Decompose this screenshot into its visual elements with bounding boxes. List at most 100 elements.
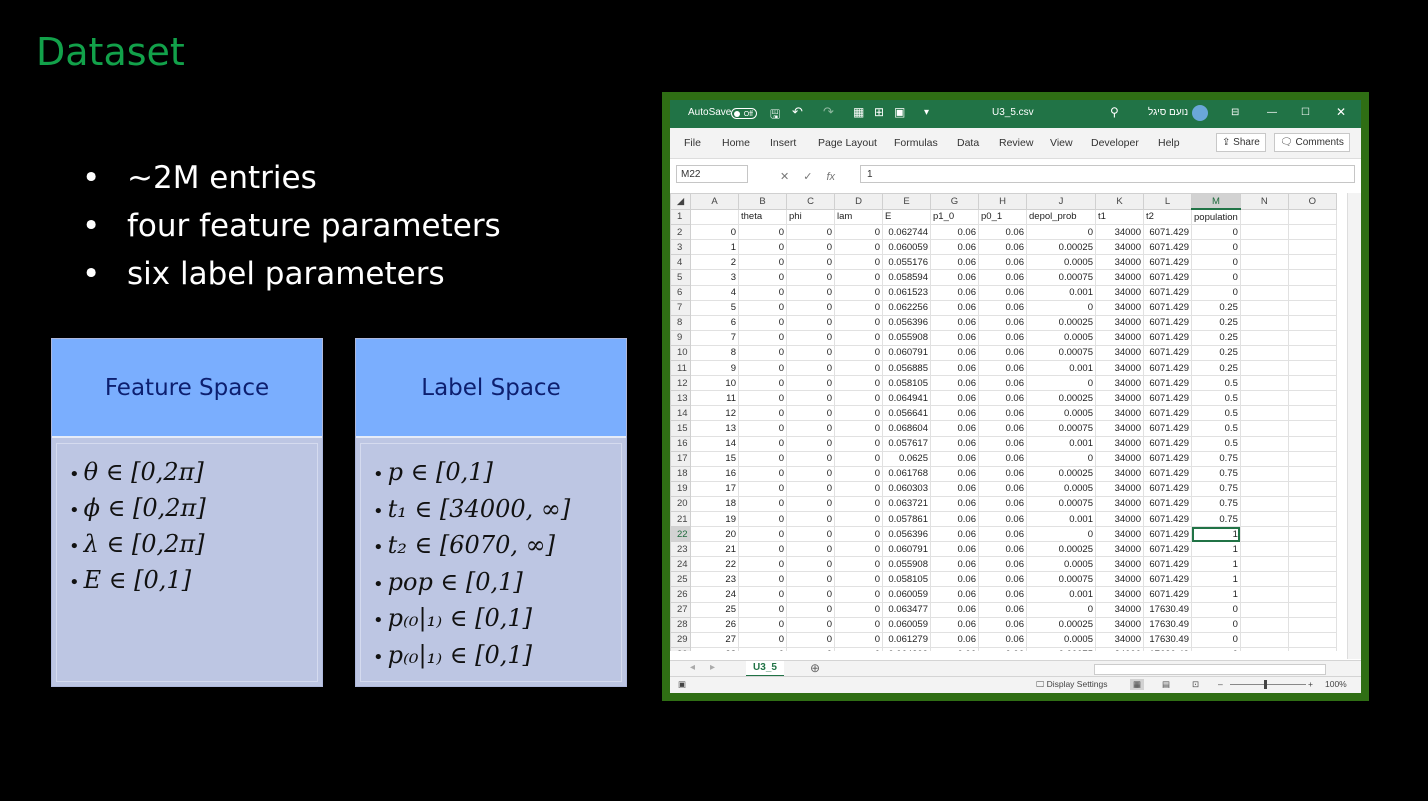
cell[interactable]: 0.00025	[1026, 541, 1096, 558]
cell[interactable]: 17630.49	[1143, 631, 1192, 648]
row-header[interactable]: 5	[670, 269, 691, 286]
cell[interactable]: 0	[786, 586, 835, 603]
zoom-level[interactable]: 100%	[1325, 679, 1347, 689]
maximize-icon[interactable]: ☐	[1301, 107, 1310, 118]
row-header[interactable]: 19	[670, 480, 691, 497]
row-header[interactable]: 15	[670, 420, 691, 437]
cell[interactable]: 0	[738, 254, 787, 271]
enter-icon[interactable]: ✓	[803, 171, 812, 183]
cell[interactable]: 0	[786, 541, 835, 558]
cell[interactable]: 0	[834, 646, 883, 651]
cell[interactable]: 0.06	[930, 556, 979, 573]
cell[interactable]: 0.06	[930, 495, 979, 512]
cell[interactable]: 0.5	[1191, 435, 1241, 452]
cell[interactable]: 34000	[1095, 360, 1144, 377]
avatar[interactable]	[1192, 105, 1208, 121]
cell[interactable]: 0.056885	[882, 360, 931, 377]
cell[interactable]	[1287, 299, 1337, 316]
cell[interactable]: 34000	[1095, 390, 1144, 407]
cell[interactable]: 0	[786, 646, 835, 651]
column-header[interactable]: N	[1239, 193, 1289, 210]
cell[interactable]: p0_1	[978, 208, 1027, 226]
column-header[interactable]: A	[690, 193, 739, 210]
cell[interactable]	[1287, 465, 1337, 482]
cell[interactable]: 0.75	[1191, 480, 1241, 497]
row-header[interactable]: 9	[670, 329, 691, 346]
cell[interactable]: 0	[1191, 239, 1241, 256]
cell[interactable]: 0.25	[1191, 360, 1241, 377]
cell[interactable]: 6071.429	[1143, 435, 1192, 452]
cell[interactable]: 0.06	[930, 344, 979, 362]
column-header[interactable]: O	[1287, 193, 1337, 210]
cell[interactable]: 0	[1191, 601, 1241, 618]
cell[interactable]: 19	[690, 510, 739, 528]
cell[interactable]: t1	[1095, 208, 1144, 226]
row-header[interactable]: 14	[670, 405, 691, 422]
zoom-slider-handle[interactable]	[1264, 680, 1267, 689]
cell[interactable]	[1287, 329, 1337, 346]
row-header[interactable]: 8	[670, 314, 691, 331]
cell[interactable]: 0.75	[1191, 495, 1241, 512]
cell[interactable]	[1239, 541, 1289, 558]
cell[interactable]: 10	[690, 375, 739, 392]
cell[interactable]: 34000	[1095, 269, 1144, 286]
cell[interactable]: 0	[834, 314, 883, 331]
cell[interactable]: 6071.429	[1143, 510, 1192, 528]
zoom-slider[interactable]	[1230, 684, 1306, 685]
cell[interactable]	[1239, 420, 1289, 437]
cell[interactable]: 0.060791	[882, 344, 931, 362]
cell[interactable]: 0.06	[978, 224, 1027, 241]
cell[interactable]: 25	[690, 601, 739, 618]
cell[interactable]: 6071.429	[1143, 329, 1192, 346]
formula-input[interactable]: 1	[860, 165, 1355, 183]
cell[interactable]: 0	[834, 254, 883, 271]
cell[interactable]: 6071.429	[1143, 571, 1192, 588]
cell[interactable]: 0	[1191, 284, 1241, 301]
cell[interactable]: 0	[834, 360, 883, 377]
cell[interactable]: 0.06	[930, 314, 979, 331]
cell[interactable]: 0.001	[1026, 360, 1096, 377]
select-all-corner[interactable]: ◢	[670, 193, 691, 210]
cell[interactable]: 0	[1026, 601, 1096, 618]
cell[interactable]: 0.06	[930, 284, 979, 301]
cell[interactable]: 0	[786, 556, 835, 573]
row-header[interactable]: 23	[670, 541, 691, 558]
cell[interactable]: 0	[786, 299, 835, 316]
cell[interactable]: 0	[1191, 631, 1241, 648]
cell[interactable]: theta	[738, 208, 787, 226]
cell[interactable]: 6071.429	[1143, 390, 1192, 407]
cell[interactable]: 0.06	[978, 616, 1027, 633]
cell[interactable]	[1287, 254, 1337, 271]
cell[interactable]	[1287, 526, 1337, 543]
cell[interactable]: 34000	[1095, 616, 1144, 633]
cell[interactable]: 0	[738, 344, 787, 362]
close-icon[interactable]: ✕	[1336, 105, 1346, 119]
cell[interactable]: 0	[834, 510, 883, 528]
cell[interactable]: 0	[786, 571, 835, 588]
column-header[interactable]: B	[738, 193, 787, 210]
cell[interactable]: 1	[1191, 586, 1241, 603]
cell[interactable]: 6	[690, 314, 739, 331]
vertical-scrollbar[interactable]	[1347, 193, 1361, 659]
cell[interactable]: 0	[786, 495, 835, 512]
cell[interactable]: 0	[834, 344, 883, 362]
cell[interactable]: 0	[738, 360, 787, 377]
cell[interactable]: 0.06	[930, 420, 979, 437]
cell[interactable]: 8	[690, 344, 739, 362]
cell[interactable]: 0.058594	[882, 269, 931, 286]
cell[interactable]: 1	[1191, 541, 1241, 558]
cell[interactable]: 0.068604	[882, 420, 931, 437]
cell[interactable]: 0.06	[978, 556, 1027, 573]
cell[interactable]: 0.00075	[1026, 495, 1096, 512]
cell[interactable]: E	[882, 208, 931, 226]
cell[interactable]: 6071.429	[1143, 314, 1192, 331]
cell[interactable]: 6071.429	[1143, 420, 1192, 437]
cell[interactable]: 0.75	[1191, 465, 1241, 482]
cell[interactable]: 0	[738, 390, 787, 407]
cell[interactable]	[1287, 375, 1337, 392]
cell[interactable]: 0	[786, 224, 835, 241]
cell[interactable]: 0	[1191, 269, 1241, 286]
row-header[interactable]: 6	[670, 284, 691, 301]
cell[interactable]	[1239, 224, 1289, 241]
column-header[interactable]: L	[1143, 193, 1192, 210]
